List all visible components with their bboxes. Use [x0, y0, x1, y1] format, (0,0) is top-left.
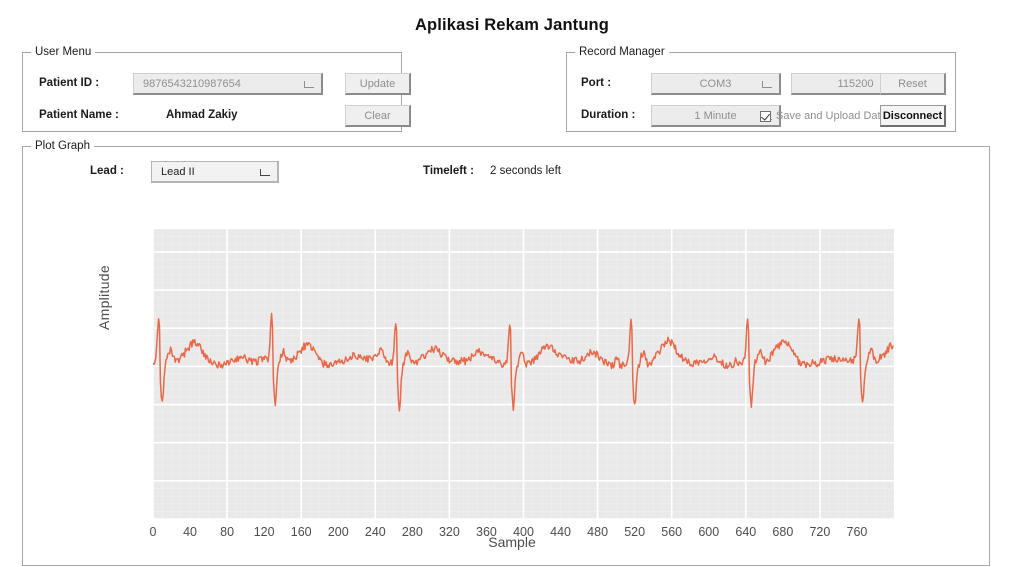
record-manager-legend: Record Manager: [575, 45, 669, 59]
port-label: Port :: [581, 77, 611, 89]
duration-value: 1 Minute: [694, 110, 736, 122]
plot-area[interactable]: [153, 229, 894, 519]
patient-name-value: Ahmad Zakiy: [166, 109, 238, 121]
chevron-down-icon: [304, 81, 314, 88]
port-value: COM3: [700, 78, 732, 90]
port-select[interactable]: COM3: [651, 73, 781, 95]
patient-name-label: Patient Name :: [39, 109, 119, 121]
patient-id-input[interactable]: 9876543210987654: [133, 73, 323, 95]
reset-button-label: Reset: [898, 78, 927, 90]
record-manager-group: Record Manager Port : COM3 115200 Reset …: [566, 52, 956, 132]
save-upload-checkbox[interactable]: Save and Upload Data: [760, 110, 887, 122]
disconnect-button-label: Disconnect: [883, 110, 942, 122]
user-menu-legend: User Menu: [31, 45, 95, 59]
checkbox-checked-icon: [760, 111, 771, 122]
duration-label: Duration :: [581, 109, 635, 121]
ecg-plot-svg: [153, 229, 894, 519]
user-menu-group: User Menu Patient ID : 9876543210987654 …: [22, 52, 402, 132]
save-upload-label: Save and Upload Data: [776, 110, 887, 122]
page-title: Aplikasi Rekam Jantung: [0, 16, 1024, 35]
baudrate-value: 115200: [838, 78, 874, 90]
patient-id-label: Patient ID :: [39, 77, 99, 89]
update-button-label: Update: [360, 78, 395, 90]
chevron-down-icon: [762, 81, 772, 88]
clear-button-label: Clear: [364, 110, 390, 122]
disconnect-button[interactable]: Disconnect: [880, 105, 946, 127]
update-button[interactable]: Update: [345, 73, 411, 95]
clear-button[interactable]: Clear: [345, 105, 411, 127]
reset-button[interactable]: Reset: [880, 73, 946, 95]
y-axis-title: Amplitude: [96, 265, 112, 330]
x-axis-title: Sample: [0, 534, 1024, 550]
patient-id-value: 9876543210987654: [143, 78, 241, 90]
ecg-chart: 1.51.00.50.0−0.5−1.0−1.5−2.0 04080120160…: [23, 147, 991, 567]
plot-graph-group: Plot Graph Lead : Lead II Timeleft : 2 s…: [22, 146, 990, 566]
